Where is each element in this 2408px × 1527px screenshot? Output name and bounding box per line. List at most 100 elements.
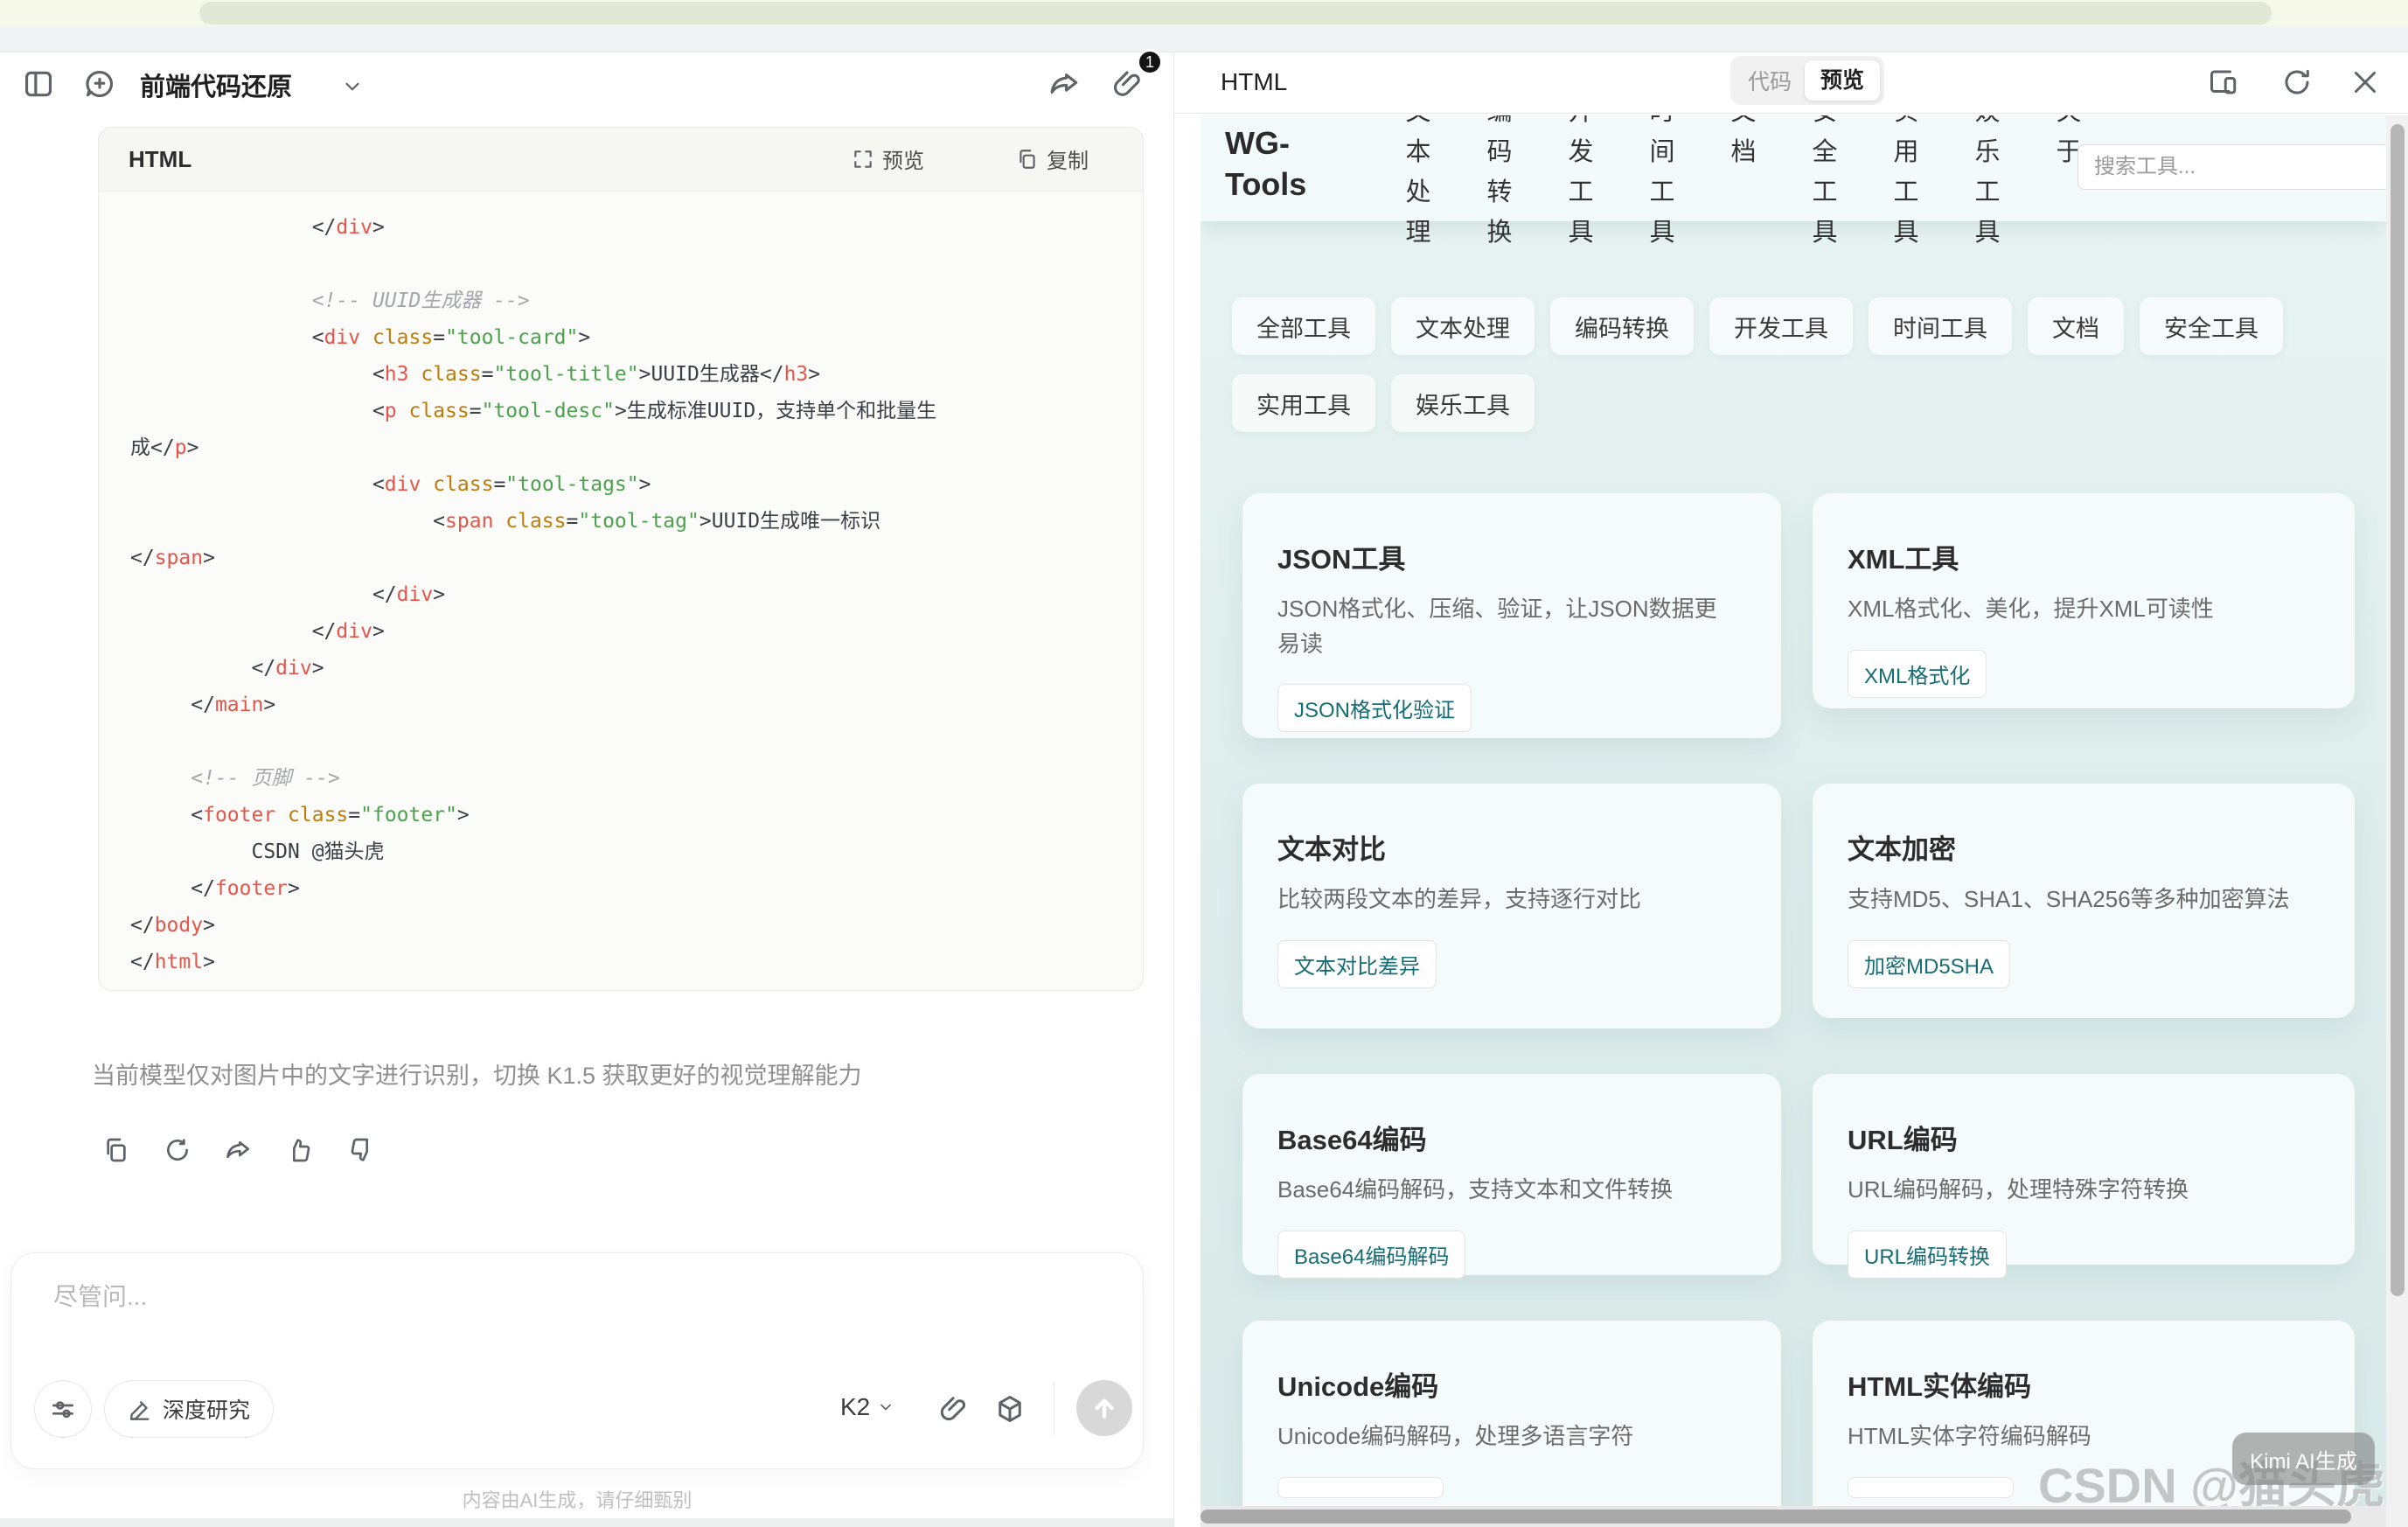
expand-icon xyxy=(852,148,874,171)
tool-card[interactable]: Base64编码Base64编码解码，支持文本和文件转换Base64编码解码 xyxy=(1242,1074,1781,1275)
browser-tab[interactable] xyxy=(199,2,2272,24)
vertical-scrollbar-thumb[interactable] xyxy=(2391,124,2405,1296)
tool-card-tag[interactable]: XML格式化 xyxy=(1848,650,1987,698)
tool-card-desc: JSON格式化、压缩、验证，让JSON数据更易读 xyxy=(1277,592,1746,661)
chat-title[interactable]: 前端代码还原 xyxy=(140,66,292,103)
nav-item-安全工具[interactable]: 安全工具 xyxy=(1810,115,1840,247)
copy-icon[interactable] xyxy=(101,1135,131,1165)
nav-char: 时 xyxy=(1647,115,1677,126)
thumbs-up-icon[interactable] xyxy=(285,1135,315,1165)
filter-button[interactable]: 编码转换 xyxy=(1550,297,1694,355)
tool-card[interactable]: URL编码URL编码解码，处理特殊字符转换URL编码转换 xyxy=(1813,1074,2355,1265)
tool-card-tag[interactable] xyxy=(1277,1477,1444,1498)
code-line: <!-- UUID生成器 --> xyxy=(130,282,1143,319)
nav-item-时间工具[interactable]: 时间工具 xyxy=(1647,115,1677,247)
artifact-header: HTML 代码 预览 xyxy=(1174,52,2408,114)
nav-char: 全 xyxy=(1810,138,1840,166)
deep-research-button[interactable]: 深度研究 xyxy=(104,1380,274,1438)
filter-button[interactable]: 时间工具 xyxy=(1869,297,2012,355)
nav-item-文档[interactable]: 文档 xyxy=(1729,115,1758,247)
tool-card[interactable]: 文本对比比较两段文本的差异，支持逐行对比文本对比差异 xyxy=(1242,784,1781,1028)
tool-card-tag[interactable]: 文本对比差异 xyxy=(1277,940,1437,988)
tool-card-tag[interactable]: JSON格式化验证 xyxy=(1277,684,1472,732)
thumbs-down-icon[interactable] xyxy=(346,1135,376,1165)
refresh-icon[interactable] xyxy=(2278,63,2316,101)
tool-card-title: Unicode编码 xyxy=(1277,1364,1746,1404)
tool-card[interactable]: JSON工具JSON格式化、压缩、验证，让JSON数据更易读JSON格式化验证 xyxy=(1242,493,1781,738)
nav-char: 开 xyxy=(1566,115,1596,126)
code-preview-button[interactable]: 预览 xyxy=(852,143,924,174)
regenerate-icon[interactable] xyxy=(163,1135,192,1165)
code-line xyxy=(130,246,1143,282)
logo-line1: WG- xyxy=(1225,122,1306,164)
send-button[interactable] xyxy=(1076,1380,1132,1436)
nav-item-娱乐工具[interactable]: 娱乐工具 xyxy=(1973,115,2002,247)
search-input[interactable] xyxy=(2077,144,2386,190)
code-line: </main> xyxy=(130,687,1143,723)
nav-char: 间 xyxy=(1647,138,1677,166)
vertical-scrollbar-track[interactable] xyxy=(2386,115,2408,1527)
filter-button[interactable]: 文档 xyxy=(2028,297,2124,355)
html-preview[interactable]: WG- Tools 文本处理编码转换开发工具时间工具文档安全工具实用工具娱乐工具… xyxy=(1201,115,2386,1527)
tab-code[interactable]: 代码 xyxy=(1735,65,1805,96)
tool-card[interactable]: 文本加密支持MD5、SHA1、SHA256等多种加密算法加密MD5SHA xyxy=(1813,784,2355,1018)
tab-preview[interactable]: 预览 xyxy=(1805,60,1880,101)
composer[interactable]: 尽管问... 深度研究 K2 xyxy=(10,1252,1144,1469)
site-nav: 文本处理编码转换开发工具时间工具文档安全工具实用工具娱乐工具关于 xyxy=(1403,115,2084,247)
sidebar-toggle-icon[interactable] xyxy=(19,65,58,103)
nav-item-实用工具[interactable]: 实用工具 xyxy=(1891,115,1921,247)
tool-card-tag[interactable] xyxy=(1848,1477,2014,1498)
chevron-down-icon[interactable] xyxy=(339,73,365,100)
tool-card-tag[interactable]: Base64编码解码 xyxy=(1277,1231,1465,1279)
tool-cards-grid: JSON工具JSON格式化、压缩、验证，让JSON数据更易读JSON格式化验证X… xyxy=(1242,493,2355,1527)
code-line: </footer> xyxy=(130,870,1143,907)
code-content[interactable]: </div> <!-- UUID生成器 --> <div class="tool… xyxy=(99,192,1143,980)
nav-char: 编 xyxy=(1485,115,1514,126)
nav-item-开发工具[interactable]: 开发工具 xyxy=(1566,115,1596,247)
nav-char: 文 xyxy=(1729,115,1758,126)
filter-button[interactable]: 娱乐工具 xyxy=(1391,374,1535,432)
browser-toolbar-strip xyxy=(0,26,2408,52)
filter-button[interactable]: 文本处理 xyxy=(1391,297,1535,355)
code-copy-button[interactable]: 复制 xyxy=(1016,143,1089,174)
nav-char: 处 xyxy=(1403,178,1433,206)
tool-card-title: 文本对比 xyxy=(1277,827,1746,867)
code-line: </div> xyxy=(130,650,1143,687)
code-line: </div> xyxy=(130,576,1143,613)
nav-item-编码转换[interactable]: 编码转换 xyxy=(1485,115,1514,247)
code-line: </body> xyxy=(130,907,1143,944)
tool-card-tag[interactable]: 加密MD5SHA xyxy=(1848,940,2010,988)
tool-card[interactable]: XML工具XML格式化、美化，提升XML可读性XML格式化 xyxy=(1813,493,2355,708)
filter-button[interactable]: 安全工具 xyxy=(2140,297,2283,355)
model-selector[interactable]: K2 xyxy=(840,1393,894,1421)
nav-char: 具 xyxy=(1891,219,1921,247)
filter-button[interactable]: 实用工具 xyxy=(1232,374,1375,432)
artifact-panel: HTML 代码 预览 WG- Tools 文本处理编码转换开发工具时间工具文档安… xyxy=(1173,52,2408,1527)
nav-char: 换 xyxy=(1485,219,1514,247)
nav-char: 具 xyxy=(1647,219,1677,247)
code-line: <div class="tool-card"> xyxy=(130,319,1143,356)
new-chat-icon[interactable] xyxy=(80,65,119,103)
tool-card-title: XML工具 xyxy=(1848,537,2320,576)
attachment-count-badge: 1 xyxy=(1137,49,1163,75)
filter-button[interactable]: 全部工具 xyxy=(1232,297,1375,355)
cube-icon[interactable] xyxy=(992,1391,1027,1426)
copy-icon xyxy=(1016,148,1039,171)
composer-settings-icon[interactable] xyxy=(34,1380,92,1438)
share-icon[interactable] xyxy=(1046,65,1084,103)
tool-card-title: 文本加密 xyxy=(1848,827,2320,867)
code-line: </html> xyxy=(130,944,1143,980)
code-copy-label: 复制 xyxy=(1047,143,1089,174)
share-icon[interactable] xyxy=(224,1135,254,1165)
close-icon[interactable] xyxy=(2346,63,2384,101)
site-logo: WG- Tools xyxy=(1225,122,1306,205)
horizontal-scrollbar-thumb[interactable] xyxy=(1201,1510,2351,1524)
responsive-preview-icon[interactable] xyxy=(2204,63,2243,101)
filter-button[interactable]: 开发工具 xyxy=(1709,297,1853,355)
logo-line2: Tools xyxy=(1225,164,1306,205)
tool-card-tag[interactable]: URL编码转换 xyxy=(1848,1231,2007,1279)
attachment-icon[interactable] xyxy=(936,1391,971,1426)
nav-item-文本处理[interactable]: 文本处理 xyxy=(1403,115,1433,247)
tool-card-desc: Unicode编码解码，处理多语言字符 xyxy=(1277,1419,1746,1454)
tool-card[interactable]: Unicode编码 Unicode编码解码，处理多语言字符 xyxy=(1242,1321,1781,1527)
